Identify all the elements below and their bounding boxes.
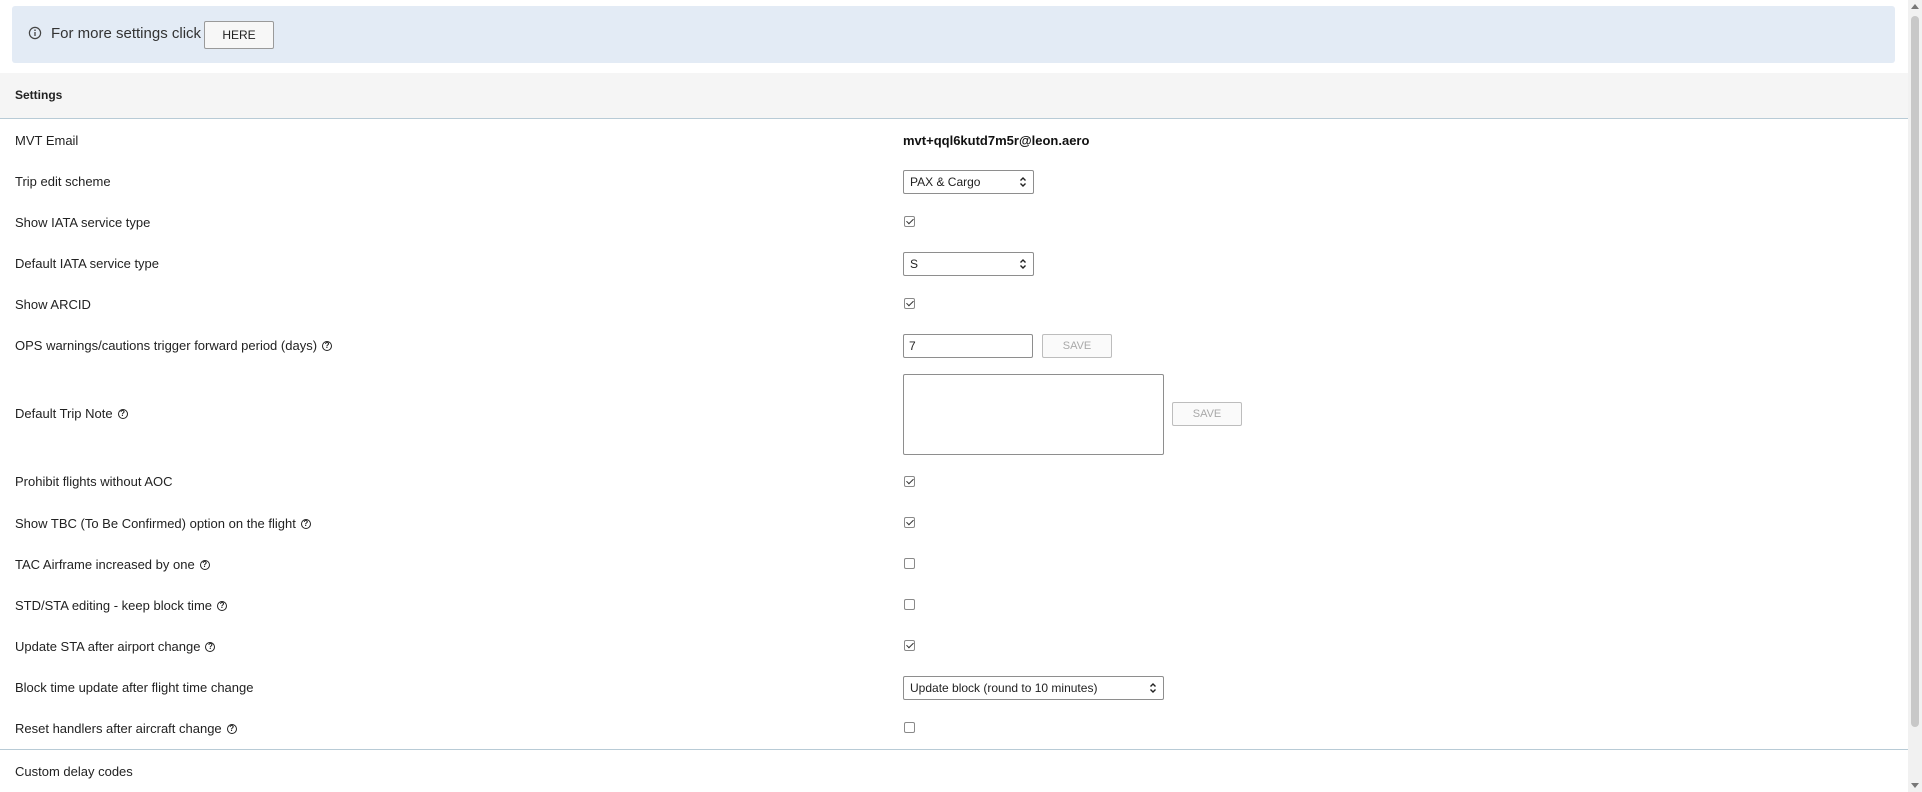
show-iata-service-type-label: Show IATA service type bbox=[15, 215, 151, 230]
tac-airframe-checkbox[interactable] bbox=[904, 558, 915, 569]
info-text: For more settings click bbox=[51, 25, 202, 42]
question-circle-icon[interactable]: ? bbox=[117, 408, 128, 419]
prohibit-flights-label: Prohibit flights without AOC bbox=[15, 474, 173, 489]
block-time-update-label: Block time update after flight time chan… bbox=[15, 680, 254, 695]
block-time-update-value: Update block (round to 10 minutes) bbox=[910, 681, 1098, 695]
trip-edit-scheme-label: Trip edit scheme bbox=[15, 174, 111, 189]
ops-warnings-label: OPS warnings/cautions trigger forward pe… bbox=[15, 338, 333, 353]
ops-warnings-label-text: OPS warnings/cautions trigger forward pe… bbox=[15, 338, 318, 353]
chevron-up-down-icon bbox=[1150, 683, 1156, 693]
default-trip-note-textarea[interactable] bbox=[903, 374, 1164, 455]
show-arcid-checkbox[interactable] bbox=[904, 298, 915, 309]
show-tbc-label-text: Show TBC (To Be Confirmed) option on the… bbox=[15, 516, 296, 531]
default-iata-service-type-value: S bbox=[910, 257, 919, 271]
chevron-up-down-icon bbox=[1020, 259, 1026, 269]
section-divider bbox=[0, 749, 1908, 750]
default-iata-service-type-label: Default IATA service type bbox=[15, 256, 160, 271]
default-trip-note-save-button[interactable]: SAVE bbox=[1172, 402, 1242, 426]
info-circle-icon bbox=[28, 26, 42, 40]
scrollbar-thumb[interactable] bbox=[1911, 16, 1919, 727]
default-trip-note-label-text: Default Trip Note bbox=[15, 406, 113, 421]
chevron-up-down-icon bbox=[1020, 177, 1026, 187]
update-sta-label-text: Update STA after airport change bbox=[15, 639, 201, 654]
show-tbc-label: Show TBC (To Be Confirmed) option on the… bbox=[15, 516, 311, 531]
question-circle-icon[interactable]: ? bbox=[226, 723, 237, 734]
scroll-up-arrow-icon[interactable] bbox=[1911, 4, 1919, 9]
std-sta-editing-label: STD/STA editing - keep block time ? bbox=[15, 598, 228, 613]
mvt-email-value: mvt+qql6kutd7m5r@leon.aero bbox=[903, 133, 1090, 148]
show-iata-service-type-checkbox[interactable] bbox=[904, 216, 915, 227]
std-sta-editing-label-text: STD/STA editing - keep block time bbox=[15, 598, 213, 613]
settings-header: Settings bbox=[0, 73, 1908, 119]
mvt-email-label: MVT Email bbox=[15, 133, 79, 148]
std-sta-editing-checkbox[interactable] bbox=[904, 599, 915, 610]
reset-handlers-checkbox[interactable] bbox=[904, 722, 915, 733]
question-circle-icon[interactable]: ? bbox=[300, 518, 311, 529]
default-trip-note-label: Default Trip Note ? bbox=[15, 406, 128, 421]
reset-handlers-label-text: Reset handlers after aircraft change bbox=[15, 721, 222, 736]
trip-edit-scheme-select[interactable]: PAX & Cargo bbox=[903, 170, 1034, 194]
update-sta-checkbox[interactable] bbox=[904, 640, 915, 651]
scroll-down-arrow-icon[interactable] bbox=[1911, 783, 1919, 788]
vertical-scrollbar[interactable] bbox=[1908, 0, 1922, 792]
question-circle-icon[interactable]: ? bbox=[205, 641, 216, 652]
question-circle-icon[interactable]: ? bbox=[322, 340, 333, 351]
prohibit-flights-checkbox[interactable] bbox=[904, 476, 915, 487]
block-time-update-select[interactable]: Update block (round to 10 minutes) bbox=[903, 676, 1164, 700]
settings-title: Settings bbox=[15, 88, 63, 102]
ops-warnings-days-input[interactable] bbox=[903, 334, 1033, 358]
custom-delay-codes-heading[interactable]: Custom delay codes bbox=[15, 764, 133, 779]
here-button[interactable]: HERE bbox=[204, 21, 274, 49]
default-iata-service-type-select[interactable]: S bbox=[903, 252, 1034, 276]
trip-edit-scheme-value: PAX & Cargo bbox=[910, 175, 981, 189]
show-arcid-label: Show ARCID bbox=[15, 297, 91, 312]
tac-airframe-label-text: TAC Airframe increased by one bbox=[15, 557, 195, 572]
info-banner: For more settings click HERE bbox=[12, 6, 1895, 63]
question-circle-icon[interactable]: ? bbox=[217, 600, 228, 611]
reset-handlers-label: Reset handlers after aircraft change ? bbox=[15, 721, 237, 736]
question-circle-icon[interactable]: ? bbox=[199, 559, 210, 570]
tac-airframe-label: TAC Airframe increased by one ? bbox=[15, 557, 210, 572]
show-tbc-checkbox[interactable] bbox=[904, 517, 915, 528]
ops-warnings-save-button[interactable]: SAVE bbox=[1042, 334, 1112, 358]
update-sta-label: Update STA after airport change ? bbox=[15, 639, 216, 654]
